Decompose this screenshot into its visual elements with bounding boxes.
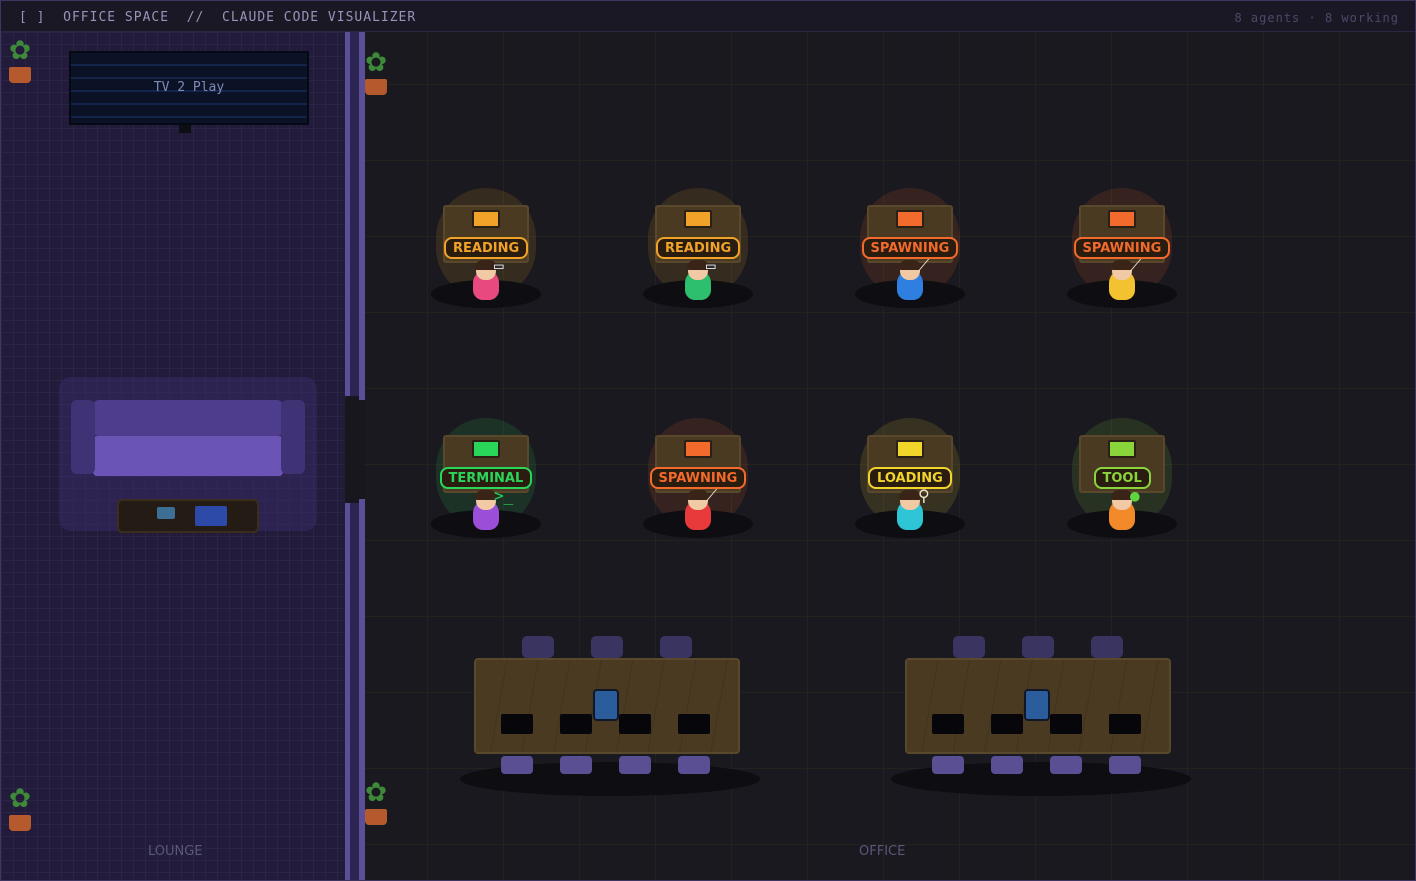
monitor-icon — [684, 210, 712, 228]
monitor-icon — [472, 210, 500, 228]
laptop-icon — [501, 714, 533, 734]
title-bar: [ ] OFFICE SPACE // CLAUDE CODE VISUALIZ… — [1, 1, 1415, 32]
tv-label: TV 2 Play — [153, 80, 225, 95]
plant-icon: ✿ — [357, 41, 397, 97]
chair — [501, 756, 533, 774]
chair — [591, 636, 623, 658]
tablet-icon — [1024, 689, 1050, 721]
status-badge: LOADING — [868, 467, 952, 489]
wrench-icon: ● — [1130, 486, 1140, 505]
laptop-icon — [619, 714, 651, 734]
chair — [1022, 636, 1054, 658]
monitor-icon — [472, 440, 500, 458]
monitor-icon — [896, 440, 924, 458]
laptop-icon — [932, 714, 964, 734]
magnifier-icon: ⚲ — [918, 486, 930, 505]
chair — [1050, 756, 1082, 774]
monitor-icon — [684, 440, 712, 458]
laptop-icon — [991, 714, 1023, 734]
monitor-icon — [1108, 440, 1136, 458]
sofa-left-arm — [71, 400, 95, 474]
chair — [932, 756, 964, 774]
status-badge: SPAWNING — [861, 237, 959, 259]
terminal-icon: >_ — [494, 486, 514, 505]
chair — [991, 756, 1023, 774]
laptop-icon — [678, 714, 710, 734]
chair — [522, 636, 554, 658]
stats-separator: · — [1308, 11, 1317, 25]
document-icon: ▭ — [494, 256, 504, 275]
coffee-table — [117, 499, 259, 533]
book-icon — [195, 506, 227, 526]
status-summary: 8 agents · 8 working — [1234, 11, 1399, 25]
chair — [560, 756, 592, 774]
chair — [678, 756, 710, 774]
tv-screen[interactable]: TV 2 Play — [69, 51, 309, 125]
status-badge: SPAWNING — [1073, 237, 1171, 259]
sofa-seat — [93, 436, 283, 476]
chair — [1109, 756, 1141, 774]
wand-icon: ⟋ — [918, 256, 930, 275]
wand-icon: ⟋ — [706, 486, 718, 505]
laptop-icon — [560, 714, 592, 734]
chair — [953, 636, 985, 658]
laptop-icon — [1050, 714, 1082, 734]
status-badge: TOOL — [1093, 467, 1151, 489]
monitor-icon — [896, 210, 924, 228]
status-badge: READING — [444, 237, 529, 259]
monitor-icon — [1108, 210, 1136, 228]
chair — [1091, 636, 1123, 658]
sofa-back — [93, 400, 283, 436]
chair — [619, 756, 651, 774]
visualizer-window: [ ] OFFICE SPACE // CLAUDE CODE VISUALIZ… — [0, 0, 1416, 881]
office-label: OFFICE — [859, 844, 906, 859]
app-title: [ ] OFFICE SPACE // CLAUDE CODE VISUALIZ… — [19, 10, 417, 25]
sofa-right-arm — [281, 400, 305, 474]
status-badge: SPAWNING — [649, 467, 747, 489]
document-icon: ▭ — [706, 256, 716, 275]
agents-count: 8 agents — [1234, 11, 1301, 25]
plant-icon: ✿ — [357, 771, 397, 827]
status-badge: READING — [656, 237, 741, 259]
lounge-label: LOUNGE — [148, 844, 203, 859]
phone-icon — [157, 507, 175, 519]
chair — [660, 636, 692, 658]
working-count: 8 working — [1324, 11, 1399, 25]
status-badge: TERMINAL — [439, 467, 533, 489]
plant-icon: ✿ — [1, 29, 41, 85]
tv-stand — [179, 125, 191, 133]
tablet-icon — [593, 689, 619, 721]
plant-icon: ✿ — [1, 777, 41, 833]
wand-icon: ⟋ — [1130, 256, 1142, 275]
laptop-icon — [1109, 714, 1141, 734]
